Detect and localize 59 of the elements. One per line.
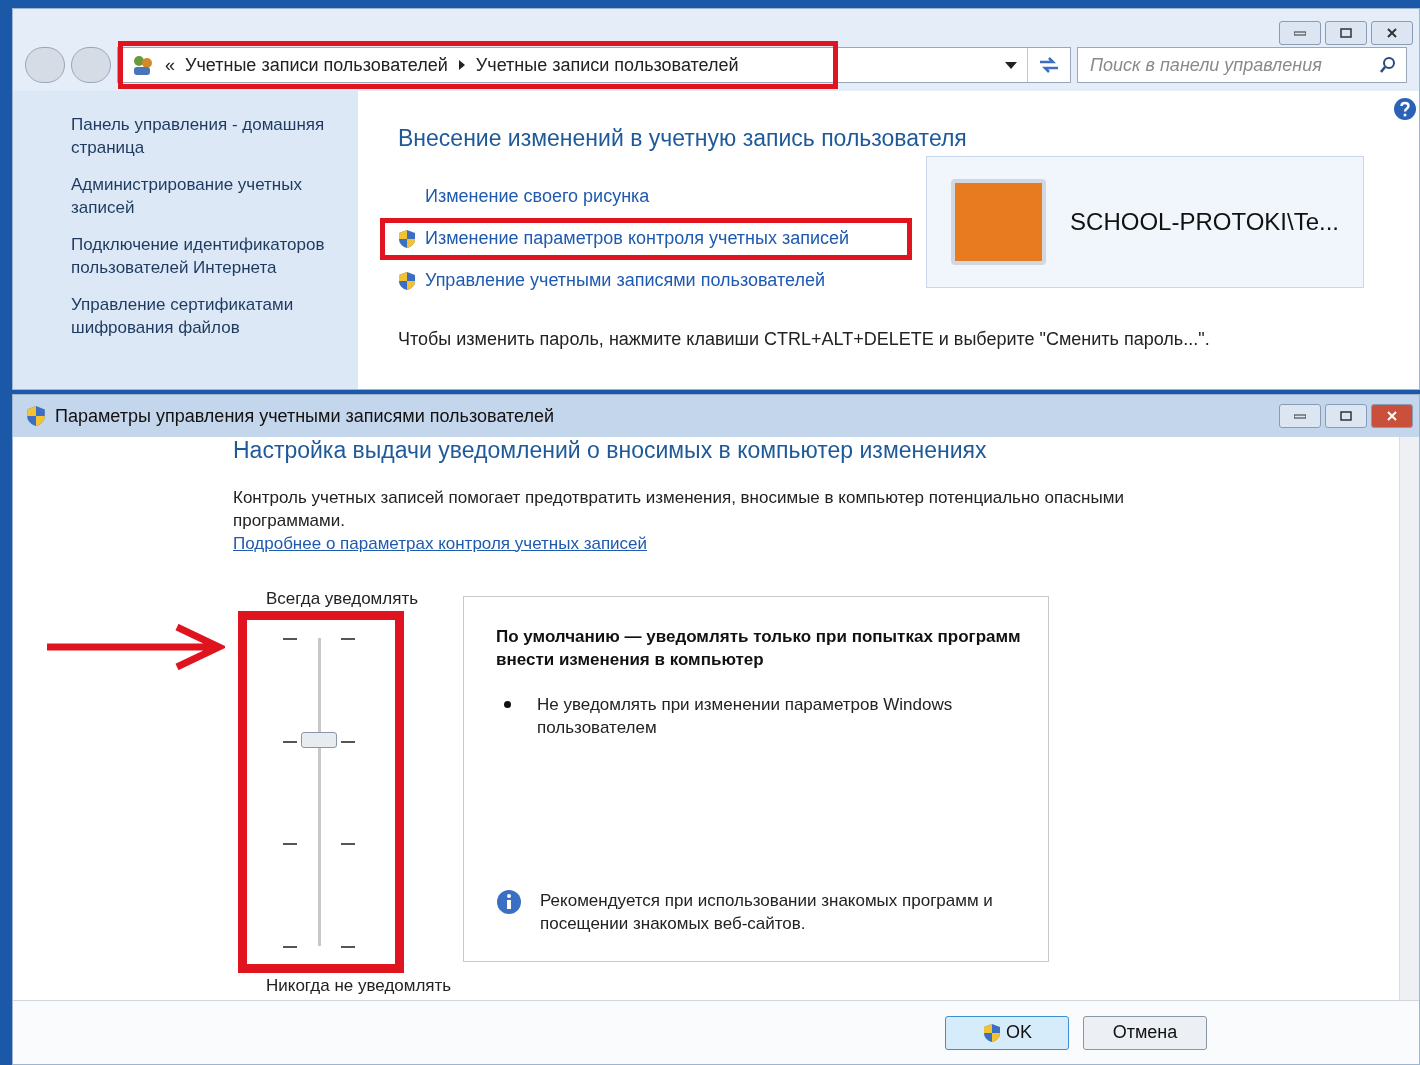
close-button[interactable]	[1371, 404, 1413, 428]
tick-mark	[283, 740, 297, 743]
shield-icon	[982, 1022, 1002, 1043]
scrollbar[interactable]	[1399, 437, 1419, 1000]
caret-icon	[1004, 61, 1017, 69]
dialog-heading: Настройка выдачи уведомлений о вносимых в компьютер изменениях	[233, 436, 988, 465]
search-field[interactable]: Поиск в панели управления	[1077, 47, 1407, 83]
slider-top-label: Всегда уведомлять	[265, 587, 420, 610]
close-icon	[1386, 27, 1398, 39]
tick-mark	[341, 740, 355, 743]
task-link[interactable]: Изменение своего рисунка	[425, 183, 650, 210]
shield-icon	[25, 405, 47, 427]
user-name: SCHOOL-PROTOKI\Te...	[1070, 206, 1339, 237]
tick-mark	[341, 946, 355, 948]
maximize-button[interactable]	[1325, 404, 1367, 428]
minimize-button[interactable]	[1279, 21, 1321, 45]
search-icon	[1379, 56, 1397, 74]
bullet-text: Не уведомлять при изменении параметров Windows пользователем	[537, 693, 954, 739]
address-prefix: «	[165, 53, 175, 77]
password-note: Чтобы изменить пароль, нажмите клавиши CTRL+ALT+DELETE и выберите "Сменить пароль...".	[398, 327, 1211, 351]
maximize-icon	[1340, 411, 1352, 421]
task-link[interactable]: Изменение параметров контроля учетных записей	[425, 225, 850, 252]
page-heading: Внесение изменений в учетную запись пользователя	[398, 124, 968, 153]
window-title: Параметры управления учетными записями пользователей	[55, 404, 556, 428]
bullet-icon	[504, 700, 511, 708]
minimize-icon	[1294, 413, 1306, 419]
minimize-button[interactable]	[1279, 404, 1321, 428]
tick-mark	[283, 843, 297, 846]
breadcrumb[interactable]: Учетные записи пользователей	[475, 51, 739, 79]
shield-icon	[397, 228, 417, 249]
sidebar-link[interactable]: Панель управления - домашняя страница	[71, 113, 328, 159]
tick-mark	[341, 638, 355, 640]
slider-thumb[interactable]	[301, 731, 337, 748]
tick-mark	[341, 843, 355, 846]
minimize-icon	[1294, 30, 1306, 36]
slider-bottom-label: Никогда не уведомлять	[265, 975, 453, 997]
info-icon	[496, 888, 522, 915]
tick-mark	[283, 638, 297, 640]
dialog-button[interactable]: Отмена	[1083, 1015, 1207, 1050]
close-icon	[1386, 410, 1398, 422]
close-button[interactable]	[1371, 21, 1413, 45]
shield-icon	[397, 270, 417, 291]
help-icon[interactable]	[1393, 97, 1417, 121]
sidebar-link[interactable]: Управление сертификатами шифрования файлов	[71, 293, 328, 339]
maximize-icon	[1340, 28, 1352, 38]
recommendation-text: Рекомендуется при использовании знакомых программ и посещении знакомых веб-сайтов.	[540, 889, 994, 935]
dialog-button[interactable]: OK	[945, 1015, 1069, 1050]
panel-title: По умолчанию — уведомлять только при попытках программ внести изменения в компьютер	[496, 625, 1022, 671]
refresh-icon	[1037, 56, 1061, 74]
breadcrumb[interactable]: Учетные записи пользователей	[185, 51, 448, 79]
chevron-right-icon	[457, 60, 466, 70]
maximize-button[interactable]	[1325, 21, 1367, 45]
sidebar-link[interactable]: Подключение идентификаторов пользователей Интернета	[71, 233, 328, 279]
details-link[interactable]: Подробнее о параметрах контроля учетных записей	[233, 533, 648, 553]
description-text: Контроль учетных записей помогает предотвратить изменения, вносимые в компьютер потенциально опасными программами.	[233, 486, 1125, 532]
task-link[interactable]: Управление учетными записями пользователей	[425, 267, 825, 294]
users-icon	[131, 54, 155, 76]
sidebar-link[interactable]: Администрирование учетных записей	[71, 173, 328, 219]
tick-mark	[283, 946, 297, 948]
